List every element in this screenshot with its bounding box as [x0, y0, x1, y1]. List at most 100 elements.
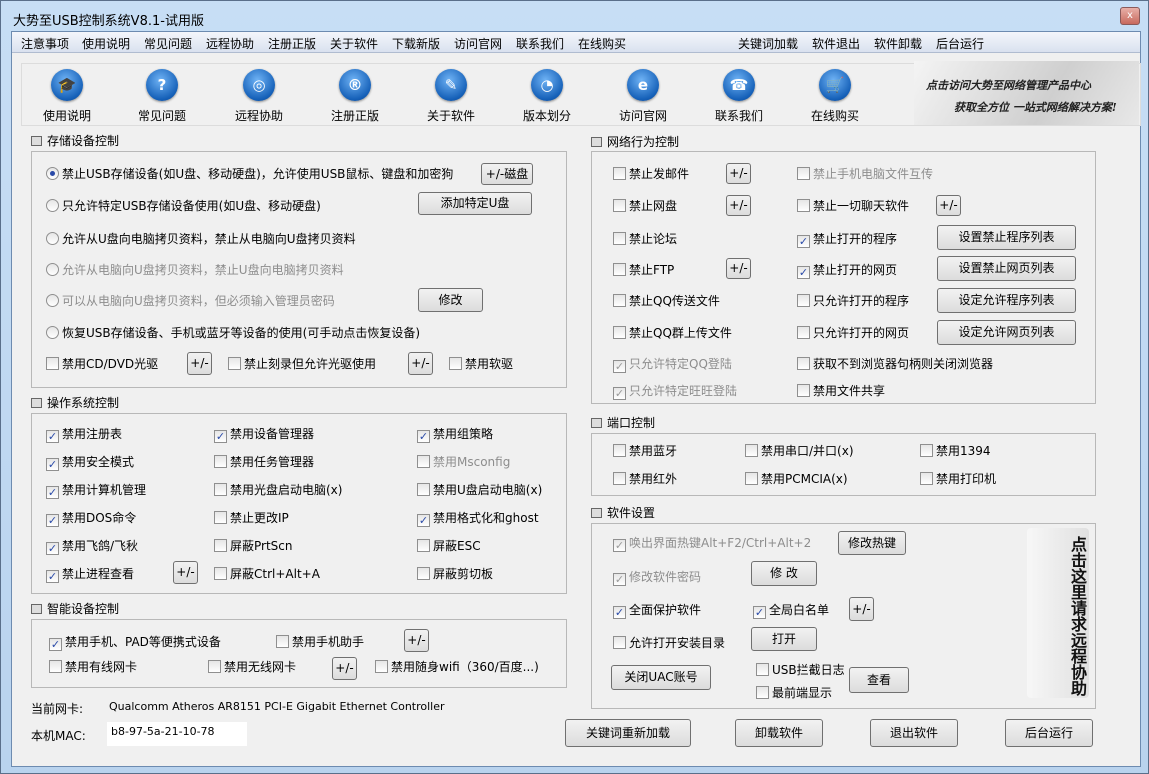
- checkbox[interactable]: ✓: [46, 430, 59, 443]
- storage-radio-1[interactable]: 只允许特定USB存储设备使用(如U盘、移动硬盘): [46, 197, 321, 214]
- os-check-14[interactable]: 屏蔽ESC: [417, 537, 481, 554]
- checkbox[interactable]: ✓: [417, 430, 430, 443]
- add-usb-button[interactable]: 添加特定U盘: [418, 192, 532, 215]
- network-right-4[interactable]: 只允许打开的程序: [797, 292, 909, 309]
- checkbox[interactable]: ✓: [797, 266, 810, 279]
- network-list-button-1[interactable]: 设置禁止网页列表: [937, 256, 1076, 281]
- menu-item-1[interactable]: 使用说明: [82, 35, 130, 52]
- network-list-button-3[interactable]: 设定允许网页列表: [937, 320, 1076, 345]
- os-check-16[interactable]: 屏蔽Ctrl+Alt+A: [214, 565, 320, 582]
- mac-field[interactable]: b8-97-5a-21-10-78: [107, 722, 247, 746]
- toolbar-button-3[interactable]: ® 注册正版: [310, 69, 400, 124]
- network-right-1[interactable]: 禁止一切聊天软件: [797, 197, 909, 214]
- smart-check-2[interactable]: 禁用有线网卡: [49, 658, 137, 675]
- port-check-5[interactable]: 禁用打印机: [920, 470, 996, 487]
- storage-radio-5[interactable]: 恢复USB存储设备、手机或蓝牙等设备的使用(可手动点击恢复设备): [46, 324, 420, 341]
- close-uac-button[interactable]: 关闭UAC账号: [611, 665, 711, 690]
- radio-button[interactable]: [46, 294, 59, 307]
- checkbox[interactable]: ✓: [49, 638, 62, 651]
- whitelist-pm-button[interactable]: +/-: [849, 597, 874, 621]
- smart-check-3[interactable]: 禁用无线网卡: [208, 658, 296, 675]
- checkbox[interactable]: [417, 483, 430, 496]
- checkbox[interactable]: [417, 455, 430, 468]
- port-check-4[interactable]: 禁用PCMCIA(x): [745, 470, 848, 487]
- checkbox[interactable]: [228, 357, 241, 370]
- checkbox[interactable]: [46, 357, 59, 370]
- checkbox[interactable]: [756, 663, 769, 676]
- checkbox[interactable]: [613, 472, 626, 485]
- checkbox[interactable]: [613, 263, 626, 276]
- checkbox[interactable]: [214, 511, 227, 524]
- network-left-4[interactable]: 禁止QQ传送文件: [613, 292, 720, 309]
- software-check-6[interactable]: 最前端显示: [756, 684, 832, 701]
- checkbox[interactable]: ✓: [417, 514, 430, 527]
- menu-item-6[interactable]: 下载新版: [392, 35, 440, 52]
- os-check-0[interactable]: ✓ 禁用注册表: [46, 425, 122, 443]
- os-check-3[interactable]: ✓ 禁用安全模式: [46, 453, 134, 471]
- radio-button[interactable]: [46, 232, 59, 245]
- port-check-3[interactable]: 禁用红外: [613, 470, 677, 487]
- checkbox[interactable]: [797, 357, 810, 370]
- os-check-13[interactable]: 屏蔽PrtScn: [214, 537, 293, 554]
- cd-pm-button[interactable]: +/-: [187, 352, 212, 375]
- menu-item-8[interactable]: 联系我们: [516, 35, 564, 52]
- checkbox[interactable]: [613, 167, 626, 180]
- checkbox[interactable]: [756, 686, 769, 699]
- checkbox[interactable]: [613, 636, 626, 649]
- menu-item-5[interactable]: 关于软件: [330, 35, 378, 52]
- os-check-1[interactable]: ✓ 禁用设备管理器: [214, 425, 314, 443]
- view-log-button[interactable]: 查看: [849, 667, 909, 693]
- os-check-2[interactable]: ✓ 禁用组策略: [417, 425, 493, 443]
- checkbox[interactable]: [797, 199, 810, 212]
- network-right-2[interactable]: ✓ 禁止打开的程序: [797, 230, 897, 248]
- network-left-2[interactable]: 禁止论坛: [613, 230, 677, 247]
- menu-item-7[interactable]: 访问官网: [454, 35, 502, 52]
- os-check-15[interactable]: ✓ 禁止进程查看: [46, 565, 134, 583]
- checkbox[interactable]: ✓: [797, 235, 810, 248]
- checkbox[interactable]: [214, 567, 227, 580]
- checkbox[interactable]: [797, 326, 810, 339]
- network-right-5[interactable]: 只允许打开的网页: [797, 324, 909, 341]
- checkbox[interactable]: [920, 444, 933, 457]
- network-pm-button-2[interactable]: +/-: [726, 258, 751, 279]
- software-check-2[interactable]: ✓ 全面保护软件: [613, 601, 701, 619]
- assistant-pm-button[interactable]: +/-: [404, 629, 429, 652]
- radio-button[interactable]: [46, 326, 59, 339]
- checkbox[interactable]: [417, 539, 430, 552]
- software-check-5[interactable]: USB拦截日志: [756, 661, 845, 678]
- network-right-6[interactable]: 获取不到浏览器句柄则关闭浏览器: [797, 355, 993, 372]
- toolbar-button-8[interactable]: 🛒 在线购买: [790, 69, 880, 124]
- menu-item-9[interactable]: 在线购买: [578, 35, 626, 52]
- network-left-5[interactable]: 禁止QQ群上传文件: [613, 324, 732, 341]
- toolbar-button-0[interactable]: 🎓 使用说明: [22, 69, 112, 124]
- bottom-button-2[interactable]: 退出软件: [870, 719, 958, 747]
- os-check-11[interactable]: ✓ 禁用格式化和ghost: [417, 509, 539, 527]
- menu-item-3[interactable]: 远程协助: [206, 35, 254, 52]
- os-check-5[interactable]: 禁用Msconfig: [417, 453, 510, 470]
- modify-password-button[interactable]: 修改: [418, 288, 483, 312]
- checkbox[interactable]: [276, 635, 289, 648]
- checkbox[interactable]: ✓: [613, 539, 626, 552]
- os-check-9[interactable]: ✓ 禁用DOS命令: [46, 509, 136, 527]
- network-pm-button-0[interactable]: +/-: [726, 163, 751, 184]
- network-left-1[interactable]: 禁止网盘: [613, 197, 677, 214]
- burn-pm-button[interactable]: +/-: [408, 352, 433, 375]
- os-check-7[interactable]: 禁用光盘启动电脑(x): [214, 481, 342, 498]
- bottom-button-0[interactable]: 关键词重新加载: [565, 719, 691, 747]
- checkbox[interactable]: ✓: [753, 606, 766, 619]
- checkbox[interactable]: [449, 357, 462, 370]
- os-check-8[interactable]: 禁用U盘启动电脑(x): [417, 481, 542, 498]
- smart-check-4[interactable]: 禁用随身wifi（360/百度...): [375, 658, 539, 675]
- port-check-2[interactable]: 禁用1394: [920, 442, 991, 459]
- checkbox[interactable]: [214, 483, 227, 496]
- modify-password-button[interactable]: 修 改: [751, 561, 817, 586]
- network-left-6[interactable]: ✓ 只允许特定QQ登陆: [613, 355, 732, 373]
- software-check-4[interactable]: 允许打开安装目录: [613, 634, 725, 651]
- checkbox[interactable]: ✓: [46, 542, 59, 555]
- smart-check-0[interactable]: ✓ 禁用手机、PAD等便携式设备: [49, 633, 221, 651]
- checkbox[interactable]: [920, 472, 933, 485]
- checkbox[interactable]: [49, 660, 62, 673]
- menu-item-2[interactable]: 常见问题: [144, 35, 192, 52]
- checkbox[interactable]: [613, 326, 626, 339]
- toolbar-button-7[interactable]: ☎ 联系我们: [694, 69, 784, 124]
